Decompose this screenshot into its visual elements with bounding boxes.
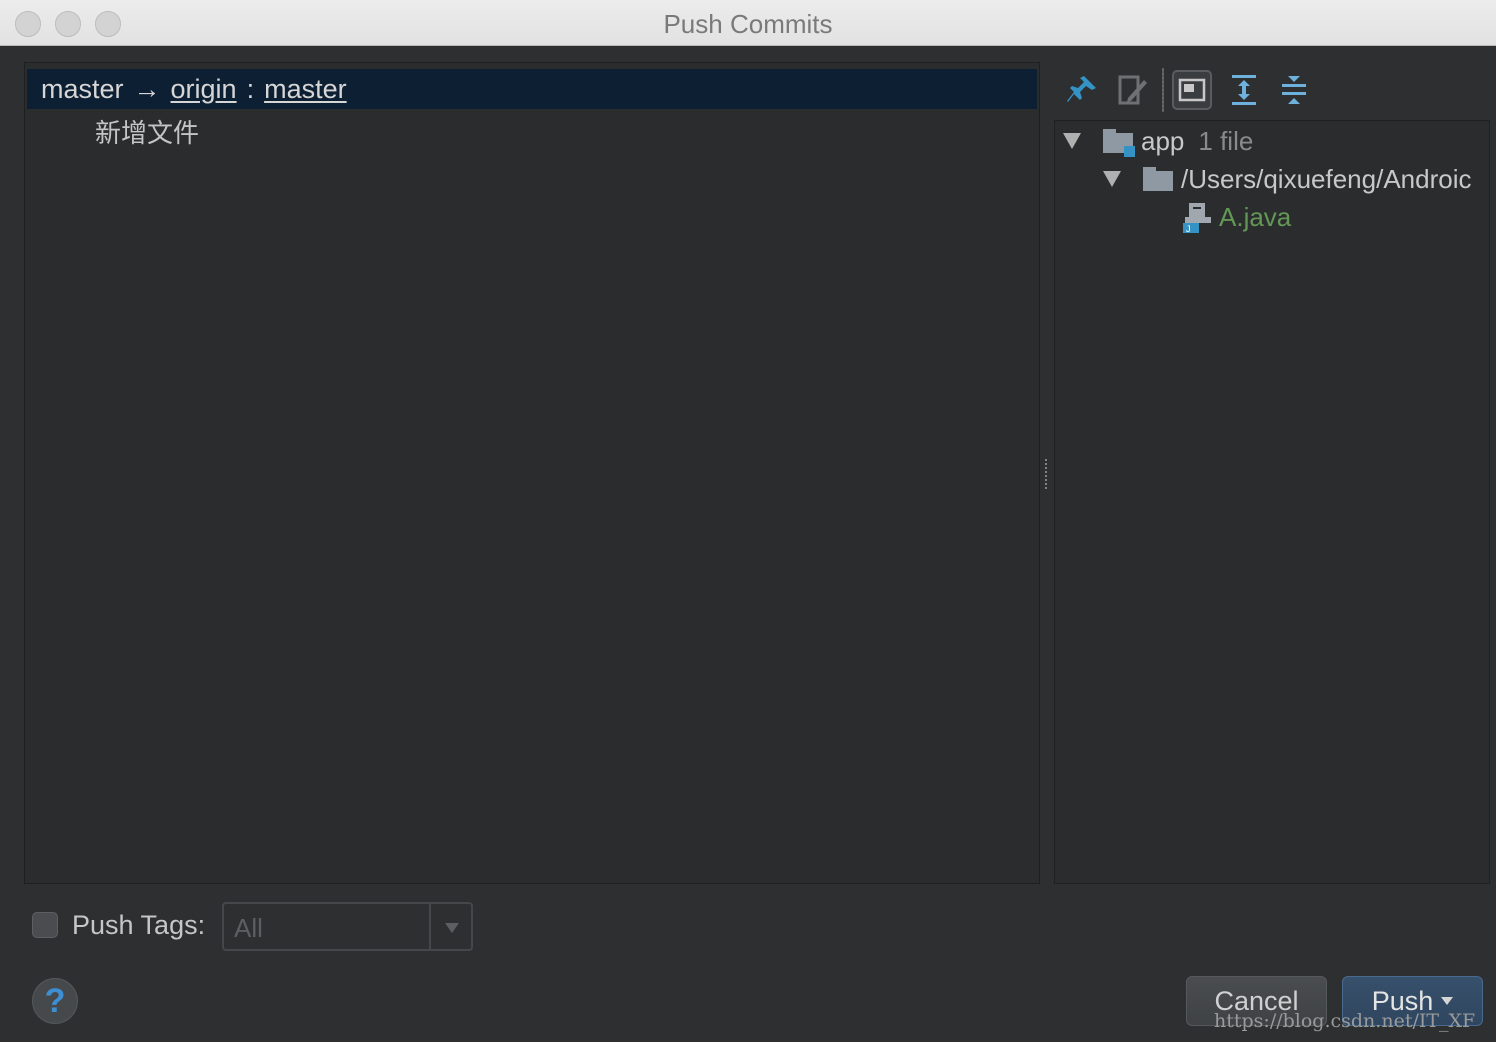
push-tags-checkbox[interactable] (32, 912, 58, 938)
expand-arrow-icon[interactable] (1103, 171, 1121, 187)
combo-divider (429, 904, 431, 949)
tree-node-directory[interactable]: /Users/qixuefeng/Androic (1103, 161, 1471, 197)
remote-link[interactable]: origin (171, 74, 237, 105)
expand-arrow-icon[interactable] (1063, 133, 1081, 149)
group-by-module-icon[interactable] (1172, 70, 1212, 110)
local-branch: master (41, 73, 124, 104)
watermark: https://blog.csdn.net/IT_XF (1214, 1010, 1476, 1032)
chevron-down-icon[interactable] (1441, 997, 1454, 1005)
collapse-all-icon[interactable] (1274, 70, 1314, 110)
file-count: 1 file (1198, 125, 1254, 156)
arrow-icon: → (133, 73, 161, 104)
java-file-icon: J (1181, 201, 1213, 233)
folder-icon (1143, 167, 1173, 191)
file-name: A.java (1219, 201, 1292, 232)
commits-tree[interactable]: master → origin : master 新增文件 (24, 62, 1040, 884)
pin-icon[interactable] (1062, 70, 1102, 110)
splitter-handle[interactable] (1044, 458, 1048, 490)
push-tags-select[interactable]: All (222, 902, 473, 951)
changes-toolbar (1058, 64, 1488, 116)
module-folder-icon (1103, 129, 1135, 157)
remote-separator: : (246, 73, 255, 104)
expand-all-icon[interactable] (1224, 70, 1264, 110)
remote-branch-link[interactable]: master (264, 74, 347, 105)
svg-text:J: J (1186, 224, 1191, 233)
changes-tree[interactable]: app 1 file /Users/qixuefeng/Androic J A.… (1054, 120, 1490, 884)
question-icon: ? (44, 981, 66, 1020)
commit-item[interactable]: 新增文件 (95, 113, 199, 150)
help-button[interactable]: ? (32, 978, 78, 1024)
branch-row[interactable]: master → origin : master (27, 69, 1037, 109)
toolbar-divider (1162, 68, 1164, 112)
chevron-down-icon[interactable] (445, 923, 459, 933)
edit-source-icon[interactable] (1112, 70, 1152, 110)
push-tags-value: All (234, 913, 263, 943)
window-title: Push Commits (663, 9, 833, 39)
tree-node-app[interactable]: app 1 file (1063, 123, 1253, 159)
module-name: app (1141, 125, 1185, 156)
tree-node-file[interactable]: J A.java (1181, 199, 1291, 235)
directory-path: /Users/qixuefeng/Androic (1181, 163, 1472, 194)
title-bar: Push Commits (0, 0, 1496, 46)
push-tags-label: Push Tags: (72, 910, 206, 940)
